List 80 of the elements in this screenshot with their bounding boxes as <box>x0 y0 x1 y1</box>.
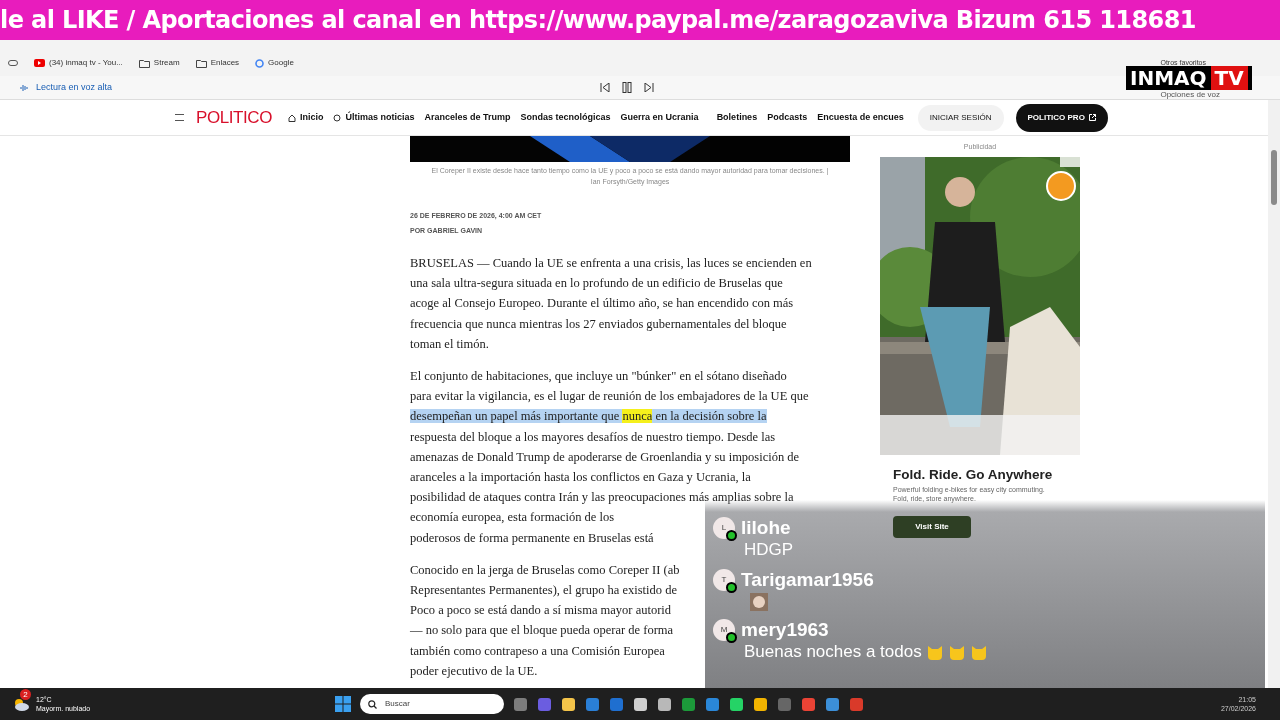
nav-link[interactable]: Aranceles de Trump <box>424 110 511 125</box>
verified-badge-icon <box>726 632 737 643</box>
sound-wave-icon <box>20 83 28 92</box>
app-icon[interactable] <box>825 696 840 712</box>
previous-icon[interactable] <box>600 83 610 92</box>
article-text-line: toman el timón. <box>410 335 489 353</box>
nav-link[interactable]: Sondas tecnológicas <box>520 110 611 125</box>
scrollbar-thumb[interactable] <box>1271 150 1277 205</box>
cat-face-icon <box>969 644 988 660</box>
app-icon[interactable] <box>729 696 744 712</box>
video-play-icon <box>34 59 45 67</box>
chat-username: lilohe <box>741 517 791 539</box>
ad-title: Fold. Ride. Go Anywhere <box>893 465 1053 484</box>
nav-link[interactable]: Últimas noticias <box>333 110 415 125</box>
article-text-line: poder ejecutivo de la UE. <box>410 662 538 680</box>
app-icon[interactable] <box>705 696 720 712</box>
article-text-line: Conocido en la jerga de Bruselas como Coreper II (ab <box>410 561 680 579</box>
bookmark[interactable]: Enlaces <box>195 57 240 69</box>
nav-link[interactable]: Podcasts <box>767 110 808 125</box>
voice-options-button[interactable]: Opciones de voz <box>1160 90 1220 99</box>
visit-site-button[interactable]: Visit Site <box>893 515 971 538</box>
bookmark[interactable]: (34) inmaq tv - You... <box>34 57 123 69</box>
verified-badge-icon <box>726 582 737 593</box>
next-icon[interactable] <box>644 83 654 92</box>
app-icon[interactable] <box>561 696 576 712</box>
article-text-line: Representantes Permanentes), el grupo ha existido de <box>410 582 677 600</box>
app-icon[interactable] <box>681 696 696 712</box>
user-avatar: M <box>713 619 735 641</box>
pause-icon[interactable] <box>622 82 632 93</box>
article-text-line: desempeñan un papel más importante que nunca en la decisión sobre la <box>410 408 767 426</box>
menu-icon[interactable] <box>175 114 184 121</box>
chat-username: Tarigamar1956 <box>741 569 874 591</box>
article-text-line: Poco a poco se está dando a sí misma mayor autorid <box>410 602 672 620</box>
chat-message: Buenas noches a todos <box>744 641 922 663</box>
article-text-line: respuesta del bloque a los mayores desafíos de nuestro tiempo. Desde las <box>410 428 776 446</box>
home-icon <box>287 113 296 122</box>
nav-link[interactable]: Encuesta de encues <box>817 110 904 125</box>
article-text-line: amenazas de Donald Trump de apoderarse de Groenlandia y su imposición de <box>410 448 800 466</box>
article-text-line: — no solo para que el bloque pueda operar de forma <box>410 622 674 640</box>
article-text-line: también como contrapeso a una Comisión Europea <box>410 642 665 660</box>
site-logo[interactable]: POLITICO <box>196 104 272 131</box>
article-text-line: aranceles a la importación hasta los conflictos en Gaza y Ucrania, la <box>410 469 751 487</box>
user-avatar: T <box>713 569 735 591</box>
search-field[interactable]: Buscar <box>360 694 504 714</box>
app-icon[interactable] <box>657 696 672 712</box>
logo-text: INMAQ <box>1130 66 1207 90</box>
logo-text: TV <box>1210 66 1248 90</box>
cat-face-icon <box>925 644 944 660</box>
app-icon[interactable] <box>633 696 648 712</box>
notification-badge: 2 <box>20 689 31 700</box>
app-icon[interactable] <box>753 696 768 712</box>
folder-icon <box>195 58 207 68</box>
article-text-line: una sala ultra-segura situada en lo profundo de un edificio de Bruselas que <box>410 275 783 293</box>
article-text-line: El conjunto de habitaciones, que incluye un "búnker" en el sótano diseñado <box>410 368 787 385</box>
cat-face-icon <box>947 644 966 660</box>
article-text-line: para evitar la vigilancia, es el lugar de reunión de los embajadores de la UE que <box>410 388 809 406</box>
sign-in-button[interactable]: INICIAR SESIÓN <box>917 104 1004 131</box>
chat-username: mery1963 <box>741 619 829 641</box>
user-avatar: L <box>713 517 735 539</box>
article-text-line: acoge al Consejo Europeo. Durante el último año, se han encendido con más <box>410 295 794 313</box>
article-text-line: poderosos de forma permanente en Bruselas está <box>410 529 654 547</box>
nav-link[interactable]: Guerra en Ucrania <box>620 110 699 125</box>
windows-start-icon[interactable] <box>335 696 351 712</box>
article-text-line: posibilidad de ataques contra Irán y las preocupaciones más amplias sobre la <box>410 489 794 507</box>
read-aloud-button[interactable]: Lectura en voz alta <box>20 80 113 95</box>
search-icon <box>368 699 377 709</box>
verified-badge-icon <box>726 530 737 541</box>
ticker-banner: le al LIKE / Aportaciones al canal en https://www.paypal.me/zaragozaviva Bizum 615 118681 <box>0 0 1280 40</box>
article-text-line: BRUSELAS — Cuando la UE se enfrenta a una crisis, las luces se encienden en <box>410 255 812 272</box>
external-link-icon <box>1088 114 1096 121</box>
cloud-sun-icon <box>12 697 30 711</box>
bookmark[interactable]: Google <box>255 57 294 69</box>
folder-icon <box>138 58 150 68</box>
chat-message: HDGP <box>744 539 794 561</box>
article-text-line: economía europea, esta formación de los <box>410 509 615 527</box>
nav-link[interactable]: Boletines <box>716 110 758 125</box>
nav-link[interactable]: Inicio <box>287 110 324 125</box>
bookmark[interactable]: Stream <box>138 57 180 69</box>
article-text-line: frecuencia que nunca mientras los 27 enviados gubernamentales del bloque <box>410 315 787 333</box>
pro-button[interactable]: POLITICO PRO <box>1015 103 1108 132</box>
